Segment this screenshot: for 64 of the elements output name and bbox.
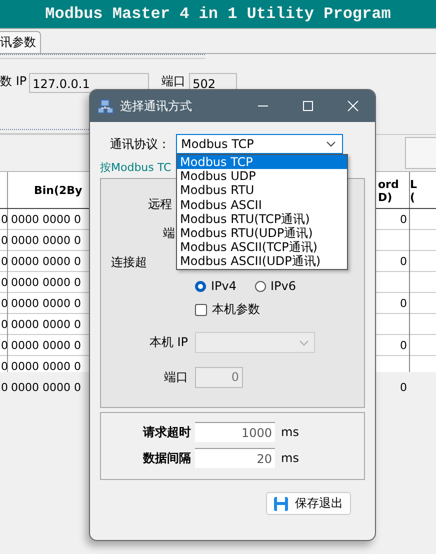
field-label: 请求超时	[142, 424, 191, 440]
save-button[interactable]: 保存退出	[266, 492, 351, 515]
table-cell-text: 0000 0000 0	[10, 296, 82, 312]
field-label: 端	[163, 225, 175, 242]
table-cell-text: 0	[0, 212, 8, 228]
input-field[interactable]: 1000	[195, 422, 275, 442]
chevron-down-icon	[299, 340, 309, 346]
table-cell-text: 0	[399, 212, 408, 228]
field-label: 连接超	[111, 254, 147, 271]
ip-field[interactable]: 127.0.0.1	[28, 73, 149, 93]
table-cell-text: 0000 0000 0	[10, 359, 82, 375]
dropdown-option[interactable]: Modbus UDP	[177, 169, 347, 184]
radio-option[interactable]: IPv6	[254, 279, 296, 293]
dropdown-option[interactable]: Modbus TCP	[177, 155, 347, 170]
table-cell-text: 0	[0, 254, 8, 270]
toolbar-button[interactable]	[405, 137, 436, 169]
table-cell-text: 0000 0000 0	[10, 212, 82, 228]
checkbox-option[interactable]: 本机参数	[195, 301, 364, 318]
table-cell-text: 0	[0, 380, 8, 396]
app-title: Modbus Master 4 in 1 Utility Program	[45, 5, 391, 23]
table-cell-text: 0	[0, 275, 8, 291]
table-cell-text: 0000 0000 0	[10, 233, 82, 249]
table-cell-text: 0	[0, 359, 8, 375]
dropdown-option[interactable]: Modbus RTU(TCP通讯)	[177, 212, 347, 226]
table-cell-text: 0000 0000 0	[10, 254, 82, 270]
table-cell-text: 0000 0000 0	[10, 275, 82, 291]
table-cell-text: 0	[399, 254, 408, 270]
table-cell-text: 0	[399, 296, 408, 312]
column-header: Bin(2By	[33, 183, 84, 199]
unit-label: ms	[281, 451, 299, 465]
column-header: L (	[410, 176, 418, 206]
dialog-title: 选择通讯方式	[120, 98, 193, 114]
dropdown-option[interactable]: Modbus ASCII	[177, 198, 347, 212]
table-cell-text: 0	[399, 380, 408, 396]
protocol-label: 通讯协议：	[109, 136, 171, 152]
maximize-icon	[302, 100, 314, 112]
unit-label: ms	[281, 425, 299, 439]
close-icon	[346, 100, 358, 112]
table-cell-text: 0	[0, 296, 8, 312]
network-icon	[98, 98, 114, 114]
table-cell-text: 0	[399, 338, 408, 354]
tab[interactable]: 讯参数	[0, 31, 41, 53]
field-label: 本机 IP	[148, 334, 188, 351]
field-label: 远程	[148, 196, 172, 213]
ip-label: 数 IP	[0, 73, 27, 90]
dropdown-option[interactable]: Modbus ASCII(UDP通讯)	[177, 254, 347, 268]
radio-option[interactable]: IPv4	[195, 279, 237, 293]
hint-text: 按Modbus TC	[100, 161, 172, 174]
table-cell-text: 0000 0000 0	[10, 317, 82, 333]
dropdown-option[interactable]: Modbus RTU(UDP通讯)	[177, 226, 347, 240]
protocol-dropdown[interactable]: Modbus TCP	[176, 134, 343, 154]
field-label: 数据间隔	[142, 450, 191, 466]
dropdown-option[interactable]: Modbus ASCII(TCP通讯)	[177, 240, 347, 254]
field-label: 端口	[163, 369, 188, 386]
dropdown-option[interactable]: Modbus RTU	[177, 183, 347, 198]
input-field[interactable]: 20	[195, 448, 275, 468]
chevron-down-icon	[326, 141, 336, 147]
table-cell-text: 0000 0000 0	[10, 380, 82, 396]
table-cell-text: 0	[0, 317, 8, 333]
port-label: 端口	[162, 73, 186, 90]
table-cell-text: 0	[0, 233, 8, 249]
table-cell-text: 0000 0000 0	[10, 338, 82, 354]
table-cell-text: 0	[0, 338, 8, 354]
column-header: ord D)	[377, 176, 400, 206]
